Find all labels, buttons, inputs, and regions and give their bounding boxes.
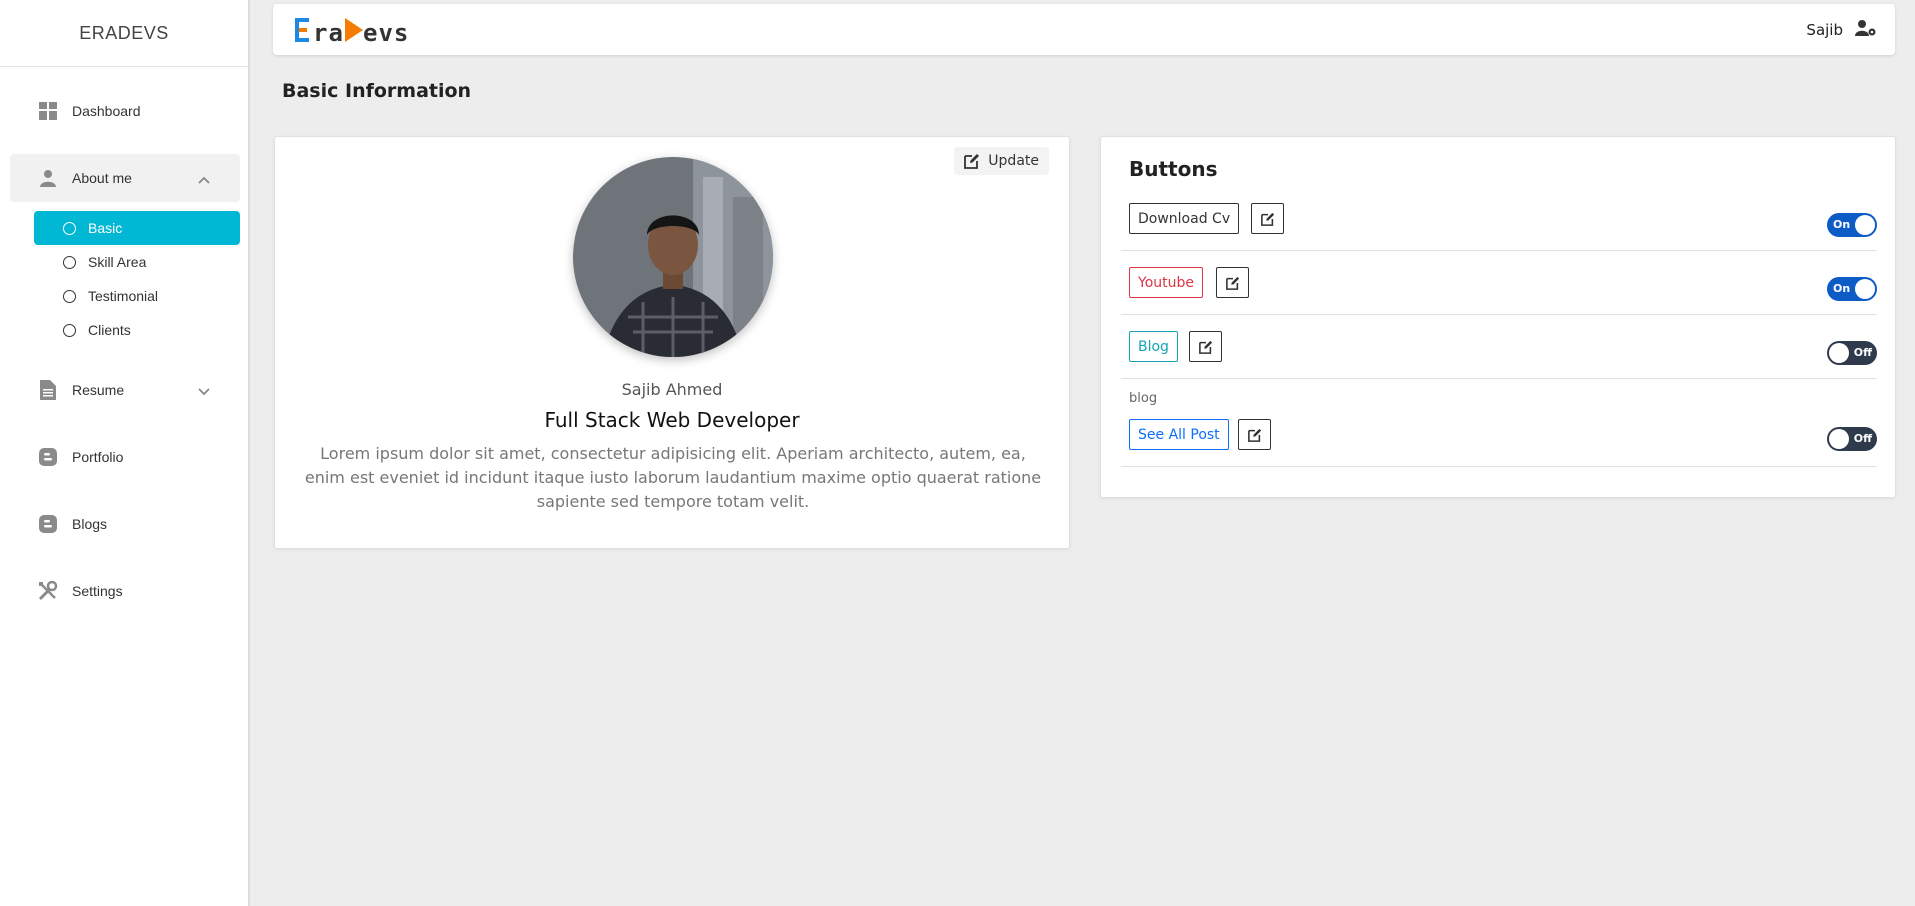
- youtube-toggle[interactable]: On: [1827, 277, 1877, 301]
- user-menu[interactable]: Sajib: [1806, 19, 1877, 41]
- blogger-icon: [38, 447, 58, 467]
- sidebar-item-label: Blogs: [72, 516, 108, 532]
- circle-icon: [63, 324, 76, 337]
- youtube-button[interactable]: Youtube: [1129, 267, 1203, 298]
- edit-icon: [1225, 276, 1239, 290]
- button-row-youtube: Youtube On: [1121, 251, 1877, 315]
- sidebar-item-settings[interactable]: Settings: [10, 567, 240, 615]
- dashboard-icon: [38, 101, 58, 121]
- user-cog-icon: [1855, 19, 1877, 41]
- sidebar-item-label: Resume: [72, 382, 125, 398]
- sidebar-item-blogs[interactable]: Blogs: [10, 500, 240, 548]
- toggle-knob: [1855, 215, 1875, 235]
- toggle-knob: [1829, 343, 1849, 363]
- chevron-up-icon: [198, 171, 210, 187]
- sidebar-subitem-clients[interactable]: Clients: [34, 313, 240, 347]
- download-cv-button[interactable]: Download Cv: [1129, 203, 1240, 234]
- button-row-blog: Blog Off: [1121, 315, 1877, 379]
- sidebar-item-dashboard[interactable]: Dashboard: [10, 87, 240, 135]
- user-name: Sajib: [1806, 21, 1843, 39]
- profile-description: Lorem ipsum dolor sit amet, consectetur …: [304, 444, 1042, 511]
- sidebar-subitem-label: Basic: [88, 220, 123, 236]
- circle-icon: [63, 222, 76, 235]
- toggle-knob: [1855, 279, 1875, 299]
- toggle-label: On: [1833, 282, 1851, 295]
- toggle-label: Off: [1853, 432, 1872, 445]
- svg-text:ra: ra: [313, 19, 344, 47]
- edit-see-all-post-button[interactable]: [1238, 419, 1271, 450]
- blog-button[interactable]: Blog: [1129, 331, 1178, 362]
- profile-name: Sajib Ahmed: [621, 380, 723, 399]
- sidebar-item-label: About me: [72, 170, 132, 186]
- sidebar-subitem-label: Testimonial: [88, 288, 159, 304]
- edit-youtube-button[interactable]: [1216, 267, 1249, 298]
- topbar: ra evs Sajib: [273, 4, 1895, 55]
- toggle-label: Off: [1853, 346, 1872, 359]
- sidebar-subitem-label: Skill Area: [88, 254, 147, 270]
- sidebar-subitem-basic[interactable]: Basic: [34, 211, 240, 245]
- edit-icon: [1247, 428, 1261, 442]
- tools-icon: [38, 581, 58, 601]
- sidebar-item-label: Settings: [72, 583, 123, 599]
- user-icon: [38, 168, 58, 188]
- button-row-download-cv: Download Cv On: [1121, 187, 1877, 251]
- sidebar-item-label: Dashboard: [72, 103, 141, 119]
- edit-blog-button[interactable]: [1189, 331, 1222, 362]
- profile-card: Update Sajib Ahmed Full Stack Web Develo…: [274, 136, 1070, 549]
- buttons-title: Buttons: [1129, 157, 1218, 181]
- sidebar-item-portfolio[interactable]: Portfolio: [10, 433, 240, 481]
- edit-icon: [1198, 340, 1212, 354]
- update-button[interactable]: Update: [954, 147, 1049, 175]
- circle-icon: [63, 290, 76, 303]
- button-row-see-all-post: blog See All Post Off: [1121, 379, 1877, 467]
- brand-title: ERADEVS: [0, 0, 248, 67]
- toggle-knob: [1829, 429, 1849, 449]
- sidebar-subitem-testimonial[interactable]: Testimonial: [34, 279, 240, 313]
- edit-icon: [964, 154, 980, 169]
- sidebar-item-about-me[interactable]: About me: [10, 154, 240, 202]
- update-label: Update: [988, 153, 1039, 169]
- page-title: Basic Information: [282, 80, 472, 102]
- see-all-post-button[interactable]: See All Post: [1129, 419, 1229, 450]
- eradevs-logo: ra evs: [295, 18, 409, 47]
- profile-role: Full Stack Web Developer: [544, 408, 800, 432]
- blogger-icon: [38, 514, 58, 534]
- buttons-card: Buttons Download Cv On Youtube On Blog O…: [1100, 136, 1896, 498]
- sidebar: ERADEVS Dashboard About me Basic Skill A…: [0, 0, 250, 906]
- sidebar-item-resume[interactable]: Resume: [10, 366, 240, 414]
- sidebar-subitem-label: Clients: [88, 322, 131, 338]
- edit-download-cv-button[interactable]: [1251, 203, 1284, 234]
- chevron-down-icon: [198, 383, 210, 399]
- toggle-label: On: [1833, 218, 1851, 231]
- logo[interactable]: ra evs: [293, 12, 423, 48]
- see-all-post-toggle[interactable]: Off: [1827, 427, 1877, 451]
- profile-avatar: [573, 157, 773, 357]
- download-cv-toggle[interactable]: On: [1827, 213, 1877, 237]
- row-caption: blog: [1129, 391, 1158, 406]
- sidebar-item-label: Portfolio: [72, 449, 124, 465]
- sidebar-subitem-skill-area[interactable]: Skill Area: [34, 245, 240, 279]
- file-icon: [38, 380, 58, 400]
- blog-toggle[interactable]: Off: [1827, 341, 1877, 365]
- svg-text:evs: evs: [363, 19, 409, 47]
- edit-icon: [1260, 212, 1274, 226]
- circle-icon: [63, 256, 76, 269]
